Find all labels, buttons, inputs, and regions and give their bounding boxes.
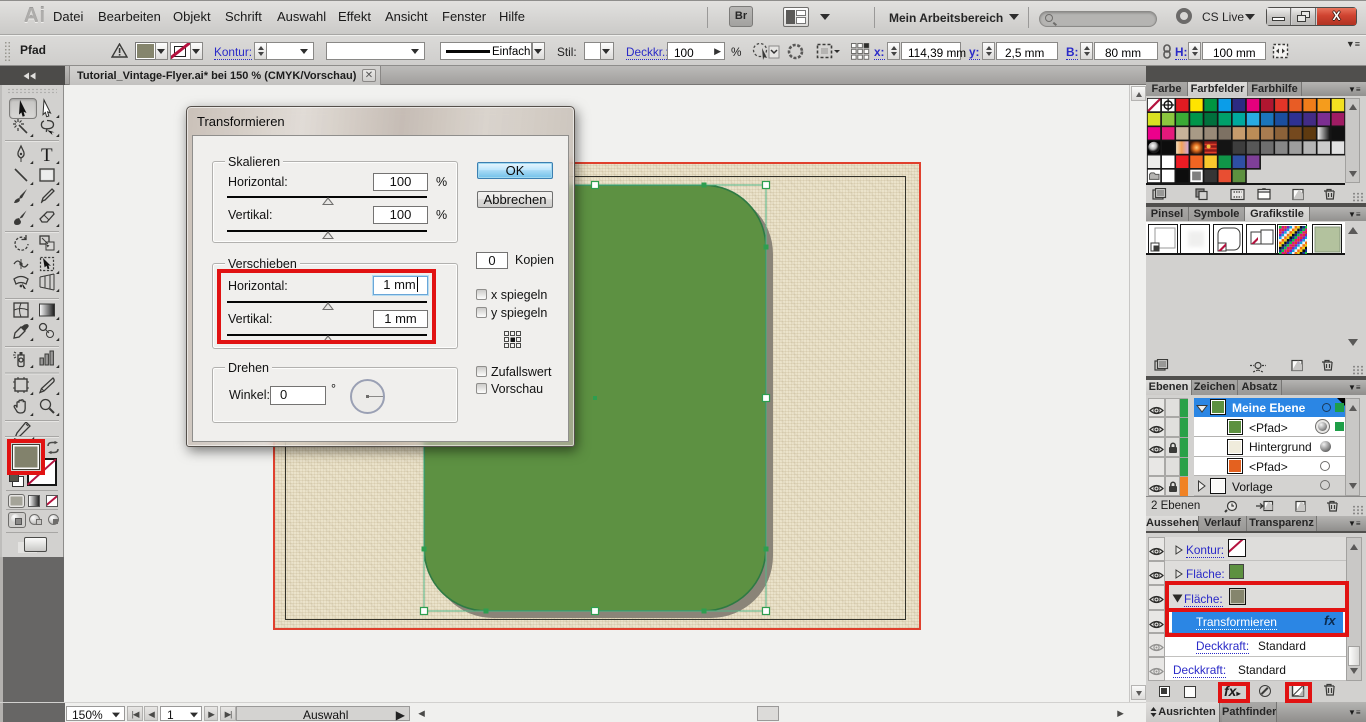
svg-text:T: T [41, 145, 53, 166]
